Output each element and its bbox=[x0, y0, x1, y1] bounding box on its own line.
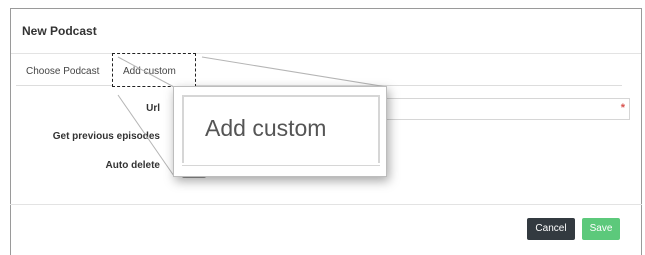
magnified-tab-label: Add custom bbox=[205, 115, 327, 141]
footer-divider bbox=[10, 204, 642, 205]
tab-bar: Choose Podcast Add custom bbox=[16, 53, 622, 87]
dialog-header: New Podcast bbox=[11, 9, 641, 54]
tab-choose-podcast[interactable]: Choose Podcast bbox=[16, 58, 109, 86]
dialog-title: New Podcast bbox=[22, 24, 97, 38]
tab-add-custom[interactable]: Add custom bbox=[112, 53, 196, 87]
magnified-underline bbox=[182, 165, 380, 166]
url-label: Url bbox=[146, 103, 160, 114]
magnifier-callout: Add custom bbox=[173, 86, 387, 177]
auto-delete-label: Auto delete bbox=[105, 160, 160, 171]
save-button[interactable]: Save bbox=[582, 218, 620, 240]
required-marker: * bbox=[620, 102, 625, 114]
get-previous-episodes-label: Get previous episodes bbox=[52, 131, 160, 142]
cancel-button[interactable]: Cancel bbox=[527, 218, 575, 240]
